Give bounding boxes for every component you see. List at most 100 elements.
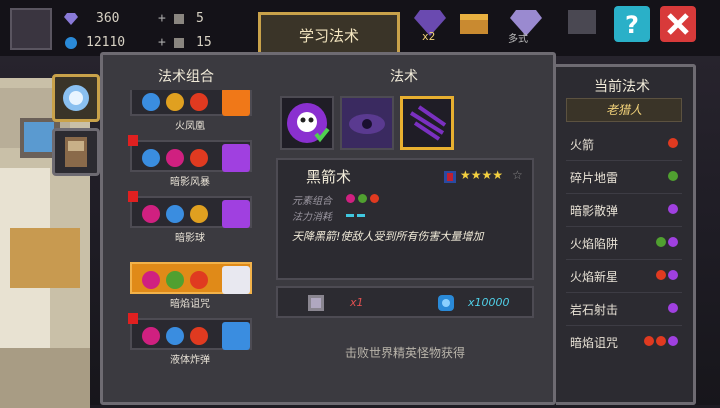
spell-label: 岩石射击 — [570, 303, 619, 317]
coin-icon — [65, 37, 77, 49]
svg-text:?: ? — [625, 11, 639, 39]
water-element-icon — [142, 93, 160, 111]
current-header: 当前法术 — [594, 79, 650, 95]
water-element-icon — [166, 327, 184, 345]
shadow-element-icon — [346, 194, 355, 203]
plus-icon: + — [158, 11, 166, 26]
earth-element-icon — [358, 194, 367, 203]
combo-item-selected[interactable]: 暗焰诅咒 — [128, 262, 252, 310]
lightning-element-icon — [190, 205, 208, 223]
chest-icon[interactable] — [456, 4, 492, 40]
shadow-element-icon — [142, 327, 160, 345]
mana-pip — [357, 214, 365, 217]
spell-label: 暗焰诅咒 — [570, 336, 619, 350]
spell-name: 黑箭术 — [306, 168, 352, 186]
spell-label: 暗影散弹 — [570, 204, 619, 218]
current-spell-item[interactable]: 岩石射击 — [566, 293, 682, 326]
spell-description: 天降黑箭!使敌人受到所有伤害大量增加 — [292, 230, 484, 243]
spell-detail-card: 黑箭术 ★★★★ ☆ 元素组合 法力消耗 天降黑箭!使敌人受到所有伤害大量增加 — [276, 158, 534, 280]
fire-element-icon — [190, 149, 208, 167]
gem-icon — [64, 13, 78, 25]
rating-empty-star: ☆ — [512, 168, 523, 182]
help-icon[interactable]: ? — [614, 6, 650, 42]
mana-label: 法力消耗 — [292, 212, 332, 223]
spell-book-item-icon — [308, 295, 324, 311]
fire-element-icon — [656, 336, 666, 346]
combo-box — [130, 90, 252, 116]
earth-element-icon — [668, 171, 678, 181]
earth-element-icon — [656, 237, 666, 247]
inventory-tab[interactable] — [52, 128, 100, 176]
shadow-element-icon — [668, 303, 678, 313]
mana-pip — [346, 214, 354, 217]
water-element-icon — [166, 205, 184, 223]
combo-list[interactable]: 火凤凰 暗影风暴 暗影球 暗焰诅咒 液体炸弹 — [128, 90, 252, 400]
shadow-element-icon — [668, 336, 678, 346]
item-cost-qty: x1 — [350, 296, 364, 309]
current-spell-item[interactable]: 火焰新星 — [566, 260, 682, 293]
dark-eye-spell-icon — [342, 98, 392, 148]
fire-element-icon — [190, 93, 208, 111]
spell-header: 法术 — [390, 69, 418, 85]
fire-element-icon — [668, 138, 678, 148]
gem-reward-label: 多式 — [508, 34, 528, 45]
dark-flame-curse-icon — [222, 266, 250, 294]
shadow-element-icon — [668, 237, 678, 247]
potion-icon — [174, 14, 184, 24]
fire-element-icon — [656, 270, 666, 280]
combo-box — [130, 196, 252, 228]
combo-name: 暗影风暴 — [170, 177, 210, 188]
potion-b-count: 15 — [196, 35, 212, 50]
gallery-icon[interactable] — [564, 4, 600, 40]
coin-icon — [438, 295, 454, 311]
spell-slot-selected-arrow[interactable] — [400, 96, 454, 150]
combo-item[interactable]: 暗影风暴 — [128, 135, 252, 188]
black-arrow-spell-icon — [409, 105, 447, 141]
current-spell-item[interactable]: 暗焰诅咒 — [566, 326, 682, 359]
shadow-element-icon — [668, 270, 678, 280]
water-element-icon — [142, 149, 160, 167]
gem-shop-badge: x2 — [422, 30, 436, 43]
combo-box — [130, 318, 252, 350]
shadow-element-icon — [142, 205, 160, 223]
fire-element-icon — [190, 271, 208, 289]
spell-scroll-icon — [63, 85, 89, 111]
combo-item[interactable]: 暗影球 — [128, 191, 252, 244]
rarity-portrait-icon — [444, 171, 456, 183]
shadow-element-icon — [668, 204, 678, 214]
spell-book-tab[interactable] — [52, 74, 100, 122]
current-spell-item[interactable]: 暗影散弹 — [566, 194, 682, 227]
current-spell-item[interactable]: 火箭 — [566, 128, 682, 161]
current-spell-item[interactable]: 碎片地雷 — [566, 161, 682, 194]
liquid-bomb-icon — [222, 322, 250, 350]
combo-header: 法术组合 — [158, 69, 214, 85]
spell-slot-eye[interactable] — [340, 96, 394, 150]
fire-element-icon — [190, 327, 208, 345]
learn-cost-row: x1 x10000 — [276, 286, 534, 318]
player-avatar[interactable] — [10, 8, 52, 50]
rating-stars: ★★★★ — [460, 168, 504, 182]
combo-item[interactable]: 火凤凰 — [128, 90, 252, 132]
plus-icon: + — [158, 35, 166, 50]
potion-icon — [174, 38, 184, 48]
close-icon[interactable] — [660, 6, 696, 42]
combo-name: 火凤凰 — [175, 121, 205, 132]
combo-name: 液体炸弹 — [170, 355, 210, 366]
spell-label: 火焰陷阱 — [570, 237, 619, 251]
tab-learn-spell[interactable]: 学习法术 — [258, 12, 400, 56]
lightning-element-icon — [166, 93, 184, 111]
obtain-source-text: 击败世界精英怪物获得 — [344, 346, 465, 360]
earth-element-icon — [166, 271, 184, 289]
combo-name: 暗影球 — [175, 233, 205, 244]
current-spell-item[interactable]: 火焰陷阱 — [566, 227, 682, 260]
fire-element-icon — [370, 194, 379, 203]
cabinet-icon — [65, 137, 87, 167]
character-name: 老猎人 — [566, 98, 682, 122]
fire-element-icon — [644, 336, 654, 346]
coin-cost-qty: x10000 — [468, 296, 510, 309]
shadow-storm-icon — [222, 144, 250, 172]
combo-item[interactable]: 液体炸弹 — [128, 313, 252, 366]
new-badge-dot — [128, 191, 138, 202]
spell-slot-skull[interactable] — [280, 96, 334, 150]
new-badge-dot — [128, 135, 138, 146]
